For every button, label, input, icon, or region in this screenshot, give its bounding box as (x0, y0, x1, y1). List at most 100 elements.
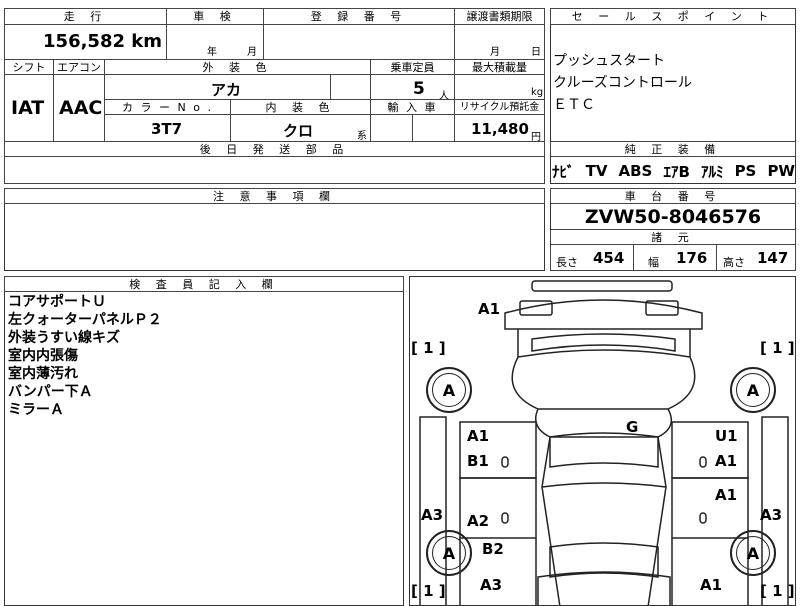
import-cell-a (370, 114, 413, 142)
inspection-year-label: 年 (207, 47, 217, 58)
transfer-deadline-cell: 月 日 (454, 24, 545, 60)
wheel-rear-left-grade: A (432, 536, 466, 570)
maxload-unit: kg (531, 87, 544, 98)
registration-cell (263, 24, 455, 60)
color-no-cell: 3T7 (104, 114, 231, 142)
bracket-bottom-left: [ 1 ] (411, 582, 446, 600)
import-header: 輸 入 車 (370, 99, 455, 115)
exterior-value: アカ (211, 81, 242, 99)
mileage-cell: 156,582 km (4, 24, 167, 60)
recycle-cell: 11,480 円 (454, 114, 545, 142)
wheel-rear-right: A (730, 530, 776, 576)
maxload-header: 最大積載量 (454, 59, 545, 75)
remark-item: コアサポートＵ (8, 294, 106, 310)
remark-item: 室内内張傷 (8, 348, 78, 364)
notes-header: 注 意 事 項 欄 (4, 188, 545, 204)
chassis-number: ZVW50-8046576 (584, 206, 762, 228)
inspector-remarks: コアサポートＵ 左クォーターパネルＰ２ 外装うすい線キズ 室内内張傷 室内薄汚れ… (8, 293, 398, 419)
recycle-value: 11,480 (471, 120, 529, 138)
equipment-alloy: ｱﾙﾐ (700, 162, 724, 181)
color-no-value: 3T7 (151, 120, 183, 138)
width-label: 幅 (648, 256, 659, 269)
windshield (549, 437, 659, 468)
wheel-front-right-grade: A (736, 373, 770, 407)
remark-item: 外装うすい線キズ (8, 330, 120, 346)
chassis-header: 車 台 番 号 (550, 188, 796, 204)
mark-left-rear-door: A2 (467, 512, 490, 530)
maxload-cell: kg (454, 74, 545, 100)
mark-front: A1 (478, 300, 501, 318)
transfer-day-label: 日 (531, 47, 541, 58)
grille (531, 333, 676, 352)
inspection-month-label: 月 (247, 47, 257, 58)
sales-points-list: プッシュスタート クルーズコントロール ＥＴＣ (553, 50, 793, 116)
color-no-header: カ ラ ー N o . (104, 99, 231, 115)
length-label: 長さ (556, 256, 578, 269)
wheel-front-left: A (426, 367, 472, 413)
interior-cell: クロ 系 (230, 114, 371, 142)
registration-header: 登 録 番 号 (263, 8, 455, 25)
capacity-value: 5 (413, 79, 425, 99)
mileage-header: 走 行 (4, 8, 167, 25)
bracket-top-left: [ 1 ] (411, 339, 446, 357)
exterior-header: 外 装 色 (104, 59, 371, 75)
later-parts-cell (4, 156, 545, 184)
exterior-extra-cell (330, 74, 371, 100)
equipment-abs: ABS (618, 162, 653, 180)
equipment-list: ﾅﾋﾞ TV ABS ｴｱB ｱﾙﾐ PS PW (552, 159, 795, 183)
mark-left-rear: B2 (482, 540, 504, 558)
inspector-header: 検 査 員 記 入 欄 (4, 276, 404, 292)
mark-rear-right: A1 (700, 576, 723, 594)
transfer-deadline-header: 譲渡書類期限 (454, 8, 545, 25)
mark-left-front-door-2: B1 (467, 452, 489, 470)
height-label: 高さ (723, 256, 745, 269)
sales-point-item: ＥＴＣ (553, 97, 595, 113)
specs-header: 諸 元 (550, 229, 796, 245)
height-cell: 高さ 147 (716, 244, 796, 271)
mark-left-front-door-1: A1 (467, 427, 490, 445)
equipment-airbag: ｴｱB (663, 162, 690, 181)
wheel-rear-left: A (426, 530, 472, 576)
mark-windshield: G (626, 418, 639, 436)
remark-item: 室内薄汚れ (8, 366, 78, 382)
front-bumper-lip (531, 280, 673, 292)
remark-item: 左クォーターパネルＰ２ (8, 312, 162, 328)
interior-header: 内 装 色 (230, 99, 371, 115)
bracket-top-right: [ 1 ] (760, 339, 795, 357)
mark-right-front-door-2: A1 (715, 452, 738, 470)
wheel-rear-right-grade: A (736, 536, 770, 570)
shift-cell: IAT (4, 74, 54, 142)
capacity-header: 乗車定員 (370, 59, 455, 75)
aircon-header: エアコン (53, 59, 105, 75)
wheel-front-left-grade: A (432, 373, 466, 407)
length-value: 454 (593, 249, 625, 267)
hood-front (517, 329, 691, 358)
mark-right-side: A3 (760, 506, 783, 524)
sales-point-item: クルーズコントロール (553, 75, 692, 91)
aircon-value: AAC (59, 97, 103, 119)
equipment-navi: ﾅﾋﾞ (552, 162, 575, 181)
equipment-header: 純 正 装 備 (550, 141, 796, 157)
later-parts-header: 後 日 発 送 部 品 (4, 141, 545, 157)
hood (511, 356, 696, 410)
transfer-month-label: 月 (490, 47, 500, 58)
interior-value: クロ (283, 122, 314, 140)
width-cell: 幅 176 (633, 244, 717, 271)
wheel-front-right: A (730, 367, 776, 413)
shift-header: シフト (4, 59, 54, 75)
sales-point-item: プッシュスタート (553, 53, 665, 69)
mileage-value: 156,582 km (43, 31, 162, 52)
inspection-header: 車 検 (166, 8, 264, 25)
exterior-cell: アカ (104, 74, 331, 100)
specs-row: 長さ 454 幅 176 高さ 147 (550, 244, 796, 271)
recycle-unit: 円 (531, 132, 541, 142)
recycle-header: リサイクル預託金 (454, 99, 545, 115)
capacity-cell: 5 人 (370, 74, 455, 100)
shift-value: IAT (11, 97, 45, 119)
mark-right-rear-door: A1 (715, 486, 738, 504)
equipment-tv: TV (585, 162, 608, 180)
equipment-ps: PS (734, 162, 757, 180)
mark-rear-left: A3 (480, 576, 503, 594)
length-cell: 長さ 454 (550, 244, 634, 271)
height-value: 147 (757, 249, 789, 267)
